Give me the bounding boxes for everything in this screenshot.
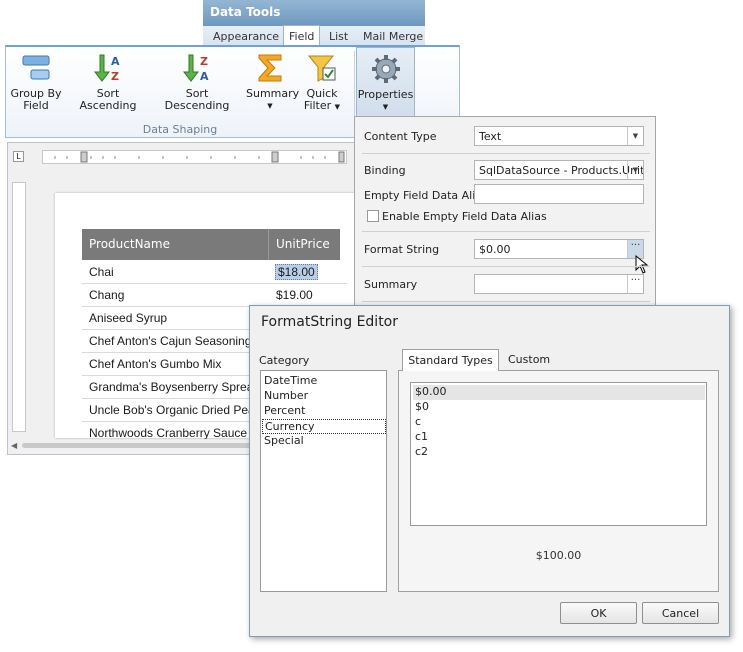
summary-label: Summary xyxy=(246,87,300,100)
list-item[interactable]: DateTime xyxy=(264,374,317,387)
table-row[interactable]: Chang $19.00 xyxy=(82,284,347,307)
binding-label: Binding xyxy=(364,164,406,177)
binding-value: SqlDataSource - Products.Unit xyxy=(479,164,644,177)
empty-alias-label: Empty Field Data Alias xyxy=(364,189,488,202)
group-by-field-button[interactable]: Group By Field xyxy=(10,47,62,122)
ruler-ticks-icon xyxy=(54,151,345,163)
format-string-label: Format String xyxy=(364,243,440,256)
summary-field[interactable]: ··· xyxy=(474,274,644,294)
table-header-row[interactable]: ProductName UnitPrice xyxy=(82,229,340,260)
group-by-field-label-line2: Field xyxy=(23,99,49,112)
data-tools-context-header: Data Tools xyxy=(203,0,425,26)
svg-text:Z: Z xyxy=(200,55,208,68)
separator xyxy=(362,153,650,154)
list-item[interactable]: c2 xyxy=(413,445,705,460)
summary-dropdown-arrow-icon: ▼ xyxy=(267,102,273,110)
dialog-title: FormatString Editor xyxy=(261,314,398,330)
list-item[interactable]: c xyxy=(413,415,705,430)
content-type-combo[interactable]: Text ▼ xyxy=(474,126,644,146)
sort-ascending-icon: A Z xyxy=(93,54,120,83)
list-item-selected[interactable]: $0.00 xyxy=(413,385,705,400)
ribbon-group-label: Data Shaping xyxy=(142,123,218,136)
list-item[interactable]: Percent xyxy=(264,404,305,417)
tab-mail-merge[interactable]: Mail Merge xyxy=(363,28,423,46)
product-name-cell: Uncle Bob's Organic Dried Pears xyxy=(89,403,265,417)
sort-ascending-label: Sort Ascending xyxy=(79,87,137,112)
group-by-field-icon xyxy=(22,55,50,80)
cancel-button[interactable]: Cancel xyxy=(642,602,719,624)
empty-alias-field[interactable] xyxy=(474,184,644,204)
binding-combo[interactable]: SqlDataSource - Products.Unit ▼ xyxy=(474,160,644,180)
chevron-down-icon[interactable]: ▼ xyxy=(627,161,643,179)
funnel-icon xyxy=(307,55,336,82)
format-list[interactable]: $0.00 $0 c c1 c2 xyxy=(410,382,707,526)
formatstring-editor-dialog: FormatString Editor Category DateTime Nu… xyxy=(249,305,730,637)
content-type-value: Text xyxy=(479,130,502,143)
vertical-ruler[interactable] xyxy=(12,182,26,432)
column-header-unitprice: UnitPrice xyxy=(276,237,330,251)
enable-alias-checkbox[interactable] xyxy=(367,210,379,222)
sort-descending-icon: Z A xyxy=(182,54,209,83)
product-name-cell: Northwoods Cranberry Sauce xyxy=(89,426,248,439)
scroll-left-arrow-icon[interactable]: ◀ xyxy=(11,441,17,450)
tab-list[interactable]: List xyxy=(329,28,348,46)
category-list[interactable]: DateTime Number Percent Currency Special xyxy=(260,370,387,592)
table-row[interactable]: Chai $18.00 xyxy=(82,261,347,284)
sigma-icon xyxy=(258,54,282,82)
quick-filter-label-line2: Filter xyxy=(303,99,332,112)
list-item-selected[interactable]: Currency xyxy=(262,419,386,434)
quick-filter-dropdown-arrow-icon: ▼ xyxy=(334,103,341,111)
format-string-value: $0.00 xyxy=(479,243,511,256)
svg-text:Z: Z xyxy=(111,70,119,83)
list-item[interactable]: c1 xyxy=(413,430,705,445)
field-properties-panel: Content Type Text ▼ Binding SqlDataSourc… xyxy=(354,116,656,316)
unit-price-cell: $19.00 xyxy=(276,288,313,302)
quick-filter-button[interactable]: Quick Filter ▼ xyxy=(300,47,344,122)
separator xyxy=(362,301,650,302)
separator xyxy=(362,231,650,232)
properties-label: Properties xyxy=(357,88,414,101)
product-name-cell: Chang xyxy=(89,288,125,302)
sort-descending-label: Sort Descending xyxy=(164,87,230,112)
gear-icon xyxy=(371,55,400,83)
separator xyxy=(362,266,650,267)
list-item[interactable]: $0 xyxy=(413,400,705,415)
product-name-cell: Grandma's Boysenberry Spread xyxy=(89,380,261,394)
summary-label: Summary xyxy=(364,278,418,291)
chevron-down-icon[interactable]: ▼ xyxy=(627,127,643,145)
unit-price-cell-selected[interactable]: $18.00 xyxy=(275,264,318,280)
tab-appearance[interactable]: Appearance xyxy=(213,28,279,46)
column-header-productname: ProductName xyxy=(89,237,170,251)
ruler-corner-icon: L xyxy=(13,151,24,162)
product-name-cell: Chef Anton's Gumbo Mix xyxy=(89,357,222,371)
enable-alias-label: Enable Empty Field Data Alias xyxy=(382,210,547,223)
tab-standard-types[interactable]: Standard Types xyxy=(402,349,499,371)
tab-custom[interactable]: Custom xyxy=(508,353,550,366)
ok-button[interactable]: OK xyxy=(560,602,637,624)
properties-dropdown-arrow-icon: ▼ xyxy=(382,103,389,111)
svg-text:A: A xyxy=(111,55,120,68)
format-string-field[interactable]: $0.00 ··· xyxy=(474,239,644,259)
product-name-cell: Aniseed Syrup xyxy=(89,311,168,325)
horizontal-ruler[interactable] xyxy=(42,150,347,164)
mouse-cursor-icon xyxy=(635,255,649,274)
product-name-cell: Chef Anton's Cajun Seasoning xyxy=(89,334,252,348)
header-divider xyxy=(268,229,269,260)
list-item[interactable]: Number xyxy=(264,389,308,402)
content-type-label: Content Type xyxy=(364,130,437,143)
tab-field[interactable]: Field xyxy=(283,25,321,45)
sort-ascending-button[interactable]: A Z Sort Ascending xyxy=(68,47,148,122)
properties-button[interactable]: Properties ▼ xyxy=(356,47,415,123)
category-label: Category xyxy=(259,354,310,367)
product-name-cell: Chai xyxy=(89,265,114,279)
format-preview: $100.00 xyxy=(535,549,582,562)
sort-descending-button[interactable]: Z A Sort Descending xyxy=(154,47,240,122)
summary-button[interactable]: Summary ▼ xyxy=(246,47,299,122)
list-item[interactable]: Special xyxy=(264,434,304,447)
svg-text:A: A xyxy=(200,70,209,83)
summary-ellipsis-button[interactable]: ··· xyxy=(627,275,643,293)
